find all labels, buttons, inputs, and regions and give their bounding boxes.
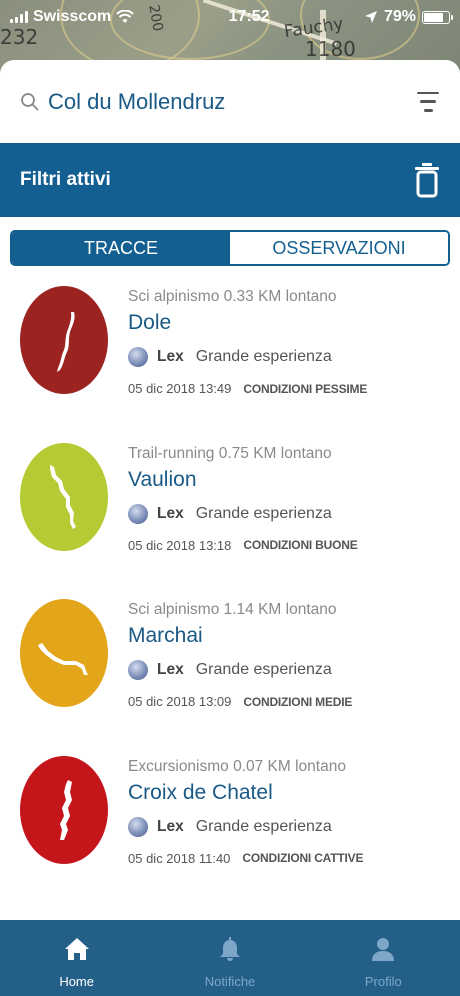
search-icon [21,92,39,111]
battery-icon [422,10,453,24]
condition-label: CONDIZIONI CATTIVE [242,851,364,865]
map-label: 1180 [305,37,356,61]
results-sheet: Col du Mollendruz Filtri attivi TRACCE O… [0,60,460,996]
trash-icon[interactable] [414,162,440,198]
bell-icon [219,937,240,961]
experience-level: Grande esperienza [195,817,332,835]
signal-icon [10,11,28,23]
track-meta: Excursionismo 0.07 KM lontano [128,757,346,775]
track-thumbnail [20,599,108,707]
bottom-tab-bar: Home Notifiche Profilo [0,920,460,996]
search-input[interactable]: Col du Mollendruz [48,89,416,115]
experience-level: Grande esperienza [195,661,332,678]
track-meta: Trail-running 0.75 KM lontano [128,444,332,462]
list-item[interactable]: Sci alpinismo 0.33 KM lontano Dole Lex G… [0,272,460,429]
wifi-icon [116,10,134,23]
track-name[interactable]: Marchai [128,624,450,648]
username[interactable]: Lex [157,818,184,836]
list-item[interactable]: Sci alpinismo 1.14 KM lontano Marchai Le… [0,585,460,742]
tab-label: Home [59,974,94,989]
condition-label: CONDIZIONI PESSIME [243,381,368,396]
track-path-icon [38,643,88,675]
tab-notifiche[interactable]: Notifiche [153,920,306,996]
username[interactable]: Lex [157,505,184,523]
list-item[interactable]: Trail-running 0.75 KM lontano Vaulion Le… [0,429,460,586]
track-date: 05 dic 2018 11:40 [128,850,231,866]
battery-percent: 79% [383,8,416,25]
username[interactable]: Lex [157,348,184,366]
user-icon [372,938,395,961]
location-arrow-icon [364,11,377,23]
track-name[interactable]: Dole [128,311,450,335]
experience-level: Grande esperienza [195,504,332,522]
track-list: Sci alpinismo 0.33 KM lontano Dole Lex G… [0,272,460,898]
condition-label: CONDIZIONI MEDIE [243,694,353,709]
active-filters-title: Filtri attivi [20,169,111,190]
track-date: 05 dic 2018 13:18 [128,537,232,553]
segmented-tabs: TRACCE OSSERVAZIONI [10,230,450,266]
status-bar: Swisscom 17:52 79% [0,0,460,34]
condition-label: CONDIZIONI BUONE [243,538,358,552]
avatar [128,660,148,680]
tab-home[interactable]: Home [0,920,153,996]
track-thumbnail [20,442,108,551]
track-name[interactable]: Croix de Chatel [128,781,450,805]
avatar [128,503,148,524]
tab-label: Notifiche [204,974,256,989]
track-meta: Sci alpinismo 1.14 KM lontano [128,601,337,618]
tab-tracce[interactable]: TRACCE [12,232,230,264]
clock: 17:52 [228,8,270,25]
track-thumbnail [20,755,108,864]
track-name[interactable]: Vaulion [128,468,450,492]
username[interactable]: Lex [157,661,184,679]
track-path-icon [57,312,75,372]
track-date: 05 dic 2018 13:49 [128,381,232,396]
experience-level: Grande esperienza [195,348,332,365]
track-path-icon [60,779,72,840]
list-item[interactable]: Excursionismo 0.07 KM lontano Croix de C… [0,742,460,899]
tab-profilo[interactable]: Profilo [307,920,460,996]
track-date: 05 dic 2018 13:09 [128,694,232,709]
carrier-name: Swisscom [33,8,112,25]
home-icon [64,938,89,960]
track-meta: Sci alpinismo 0.33 KM lontano [128,288,337,305]
track-path-icon [50,464,76,529]
tab-label: Profilo [364,974,402,989]
track-thumbnail [20,286,108,394]
filter-icon[interactable] [416,91,440,112]
search-bar[interactable]: Col du Mollendruz [0,60,460,143]
avatar [128,816,148,837]
avatar [128,347,148,367]
tab-osservazioni[interactable]: OSSERVAZIONI [230,232,448,264]
active-filters-bar: Filtri attivi [0,143,460,217]
